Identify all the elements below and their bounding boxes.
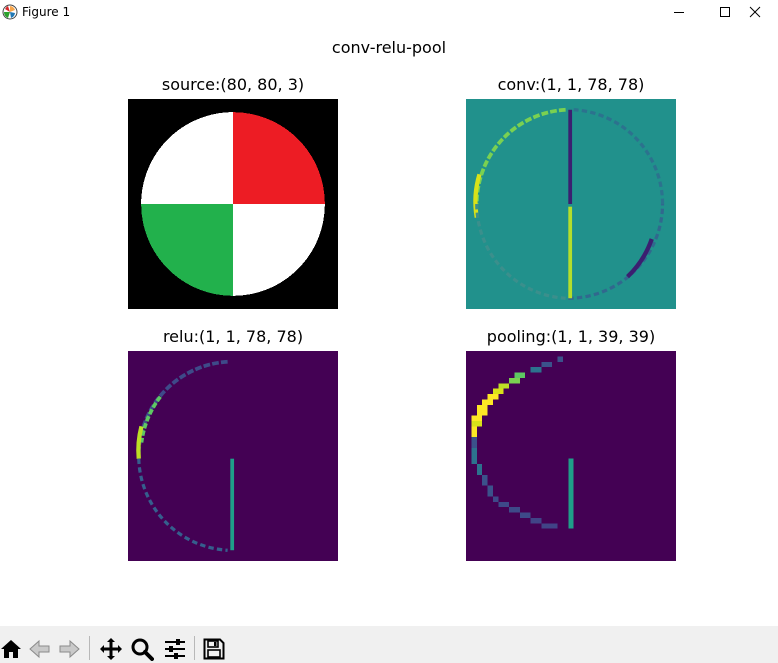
relu-vertical-line bbox=[230, 458, 235, 551]
pooling-image-axes bbox=[466, 351, 676, 561]
conv-vertical-bright bbox=[568, 206, 573, 299]
toolbar-separator bbox=[194, 636, 195, 660]
pooling-background bbox=[466, 351, 676, 561]
save-button[interactable] bbox=[199, 634, 229, 663]
source-image-axes bbox=[128, 99, 338, 309]
subplot-title-pooling: pooling:(1, 1, 39, 39) bbox=[486, 327, 656, 346]
pan-button[interactable] bbox=[96, 634, 126, 663]
back-arrow-icon bbox=[29, 639, 50, 658]
forward-button[interactable] bbox=[54, 634, 84, 663]
floppy-disk-icon bbox=[203, 638, 225, 659]
subplot-title-relu: relu:(1, 1, 78, 78) bbox=[162, 327, 304, 346]
close-icon bbox=[749, 6, 761, 18]
window-titlebar: Figure 1 bbox=[0, 0, 778, 24]
close-button[interactable] bbox=[732, 0, 778, 24]
minimize-icon bbox=[674, 12, 684, 13]
subplot-title-source: source:(80, 80, 3) bbox=[161, 75, 305, 94]
sliders-icon bbox=[165, 638, 185, 659]
move-icon bbox=[100, 637, 122, 660]
home-button[interactable] bbox=[0, 634, 26, 663]
magnifier-icon bbox=[131, 638, 154, 661]
back-button[interactable] bbox=[25, 634, 55, 663]
figure-suptitle: conv-relu-pool bbox=[331, 38, 447, 57]
maximize-icon bbox=[720, 7, 730, 17]
subplot-title-conv: conv:(1, 1, 78, 78) bbox=[497, 75, 645, 94]
pooling-vertical-line bbox=[568, 458, 574, 529]
navigation-toolbar bbox=[0, 626, 778, 663]
conv-image-axes bbox=[466, 99, 676, 309]
window-title: Figure 1 bbox=[22, 5, 71, 19]
relu-image-axes bbox=[128, 351, 338, 561]
toolbar-separator bbox=[89, 636, 90, 660]
configure-subplots-button[interactable] bbox=[160, 634, 190, 663]
matplotlib-logo-icon bbox=[2, 4, 18, 20]
conv-vertical-dark bbox=[568, 109, 573, 204]
zoom-button[interactable] bbox=[127, 634, 157, 663]
minimize-button[interactable] bbox=[656, 0, 702, 24]
home-icon bbox=[1, 639, 21, 658]
figure-canvas[interactable]: conv-relu-pool source:(80, 80, 3) conv:(… bbox=[0, 24, 778, 626]
forward-arrow-icon bbox=[59, 639, 80, 658]
